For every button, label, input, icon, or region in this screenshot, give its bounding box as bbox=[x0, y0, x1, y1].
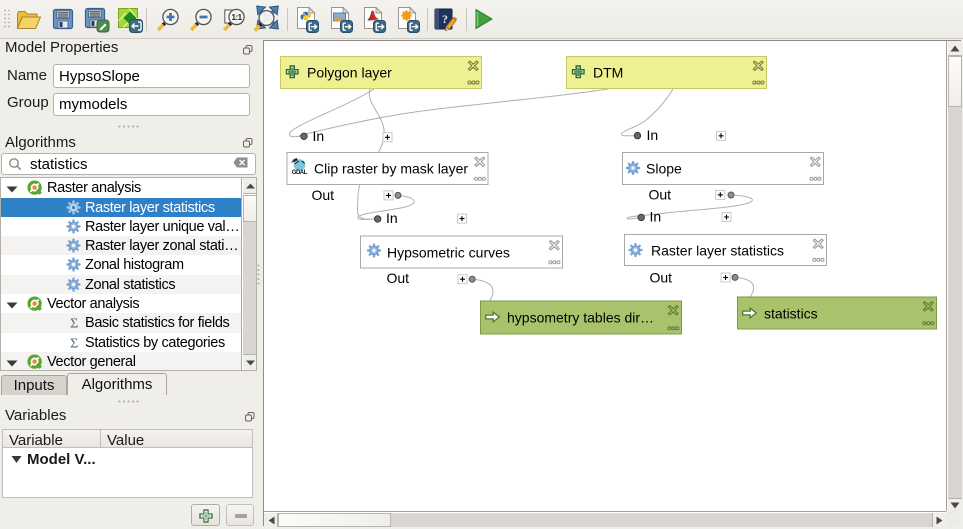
svg-text:Clip raster by mask layer: Clip raster by mask layer bbox=[314, 161, 468, 177]
svg-text:In: In bbox=[386, 210, 398, 226]
svg-text:hypsometry tables dir…: hypsometry tables dir… bbox=[507, 310, 654, 326]
svg-text:DTM: DTM bbox=[593, 65, 623, 81]
svg-text:Σ: Σ bbox=[70, 317, 78, 331]
svg-text:Slope: Slope bbox=[646, 161, 682, 177]
svg-text:1:1: 1:1 bbox=[231, 13, 242, 22]
svg-text:In: In bbox=[650, 209, 662, 225]
svg-text:Σ: Σ bbox=[70, 337, 78, 351]
svg-text:Out: Out bbox=[387, 270, 410, 286]
svg-text:Hypsometric curves: Hypsometric curves bbox=[387, 245, 510, 261]
svg-text:Out: Out bbox=[649, 187, 672, 203]
svg-text:In: In bbox=[647, 127, 659, 143]
svg-text:Polygon layer: Polygon layer bbox=[307, 65, 392, 81]
svg-text:statistics: statistics bbox=[764, 306, 818, 322]
svg-text:?: ? bbox=[442, 12, 448, 26]
svg-text:In: In bbox=[313, 128, 325, 144]
svg-text:Out: Out bbox=[312, 187, 335, 203]
svg-text:Raster layer statistics: Raster layer statistics bbox=[651, 243, 784, 259]
svg-text:Out: Out bbox=[650, 269, 673, 285]
